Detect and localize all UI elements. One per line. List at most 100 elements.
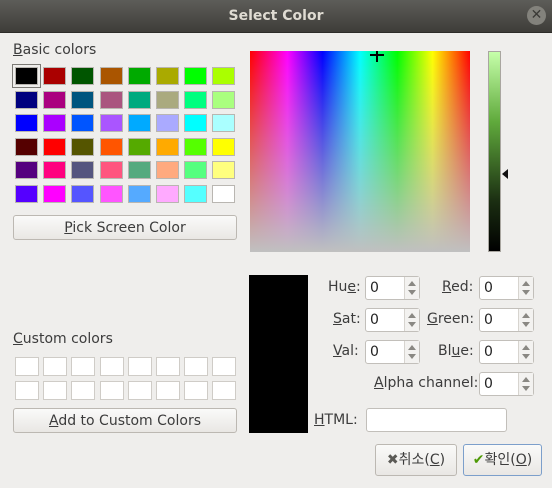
basic-color-swatch[interactable] — [127, 161, 151, 179]
custom-color-slot[interactable] — [156, 357, 180, 376]
basic-color-swatch[interactable] — [212, 184, 236, 203]
arrow-down-icon[interactable] — [522, 354, 530, 359]
basic-color-swatch[interactable] — [71, 67, 95, 85]
basic-color-swatch[interactable] — [156, 67, 179, 85]
custom-color-slot[interactable] — [99, 357, 124, 376]
arrow-up-icon[interactable] — [408, 345, 416, 350]
custom-color-slot[interactable] — [99, 381, 124, 400]
basic-color-swatch[interactable] — [127, 184, 151, 203]
arrow-down-icon[interactable] — [408, 354, 416, 359]
val-label: Val: — [333, 343, 359, 359]
basic-color-swatch[interactable] — [184, 90, 208, 109]
basic-color-swatch[interactable] — [212, 90, 236, 109]
hue-saturation-picker[interactable] — [250, 51, 470, 252]
custom-color-slot[interactable] — [127, 357, 152, 376]
custom-color-slot[interactable] — [71, 381, 96, 400]
blue-spinbox[interactable]: 0 — [479, 340, 534, 364]
title-bar: Select Color ✕ — [0, 0, 552, 33]
basic-color-swatch[interactable] — [71, 184, 95, 203]
arrow-up-icon[interactable] — [522, 313, 530, 318]
add-to-custom-colors-button[interactable]: Add to Custom Colors — [13, 408, 237, 433]
basic-color-swatch[interactable] — [15, 184, 38, 203]
arrow-up-icon[interactable] — [522, 281, 530, 286]
arrow-up-icon[interactable] — [522, 345, 530, 350]
pick-screen-color-button[interactable]: Pick Screen Color — [13, 215, 237, 240]
basic-color-swatch[interactable] — [184, 114, 208, 132]
checkmark-icon: ✔ — [472, 452, 485, 468]
basic-color-swatch[interactable] — [71, 90, 95, 109]
basic-color-swatch[interactable] — [43, 161, 67, 179]
hue-label: Hue: — [328, 279, 361, 295]
sat-label: Sat: — [333, 311, 361, 327]
custom-color-slot[interactable] — [71, 357, 96, 376]
basic-color-swatch[interactable] — [156, 184, 179, 203]
arrow-up-icon[interactable] — [408, 281, 416, 286]
custom-color-slot[interactable] — [212, 357, 237, 376]
basic-color-swatch[interactable] — [127, 137, 151, 156]
basic-color-swatch[interactable] — [212, 161, 236, 179]
basic-color-swatch[interactable] — [71, 137, 95, 156]
html-field[interactable] — [366, 408, 507, 432]
custom-color-slot[interactable] — [43, 381, 68, 400]
basic-color-swatch[interactable] — [43, 67, 67, 85]
alpha-channel-spinbox[interactable]: 0 — [479, 372, 534, 396]
basic-color-swatch[interactable] — [156, 114, 179, 132]
red-spinbox[interactable]: 0 — [479, 276, 534, 300]
basic-color-swatch[interactable] — [71, 114, 95, 132]
basic-color-swatch[interactable] — [71, 161, 95, 179]
sat-spinbox[interactable]: 0 — [365, 308, 420, 332]
basic-color-swatch[interactable] — [212, 137, 236, 156]
custom-color-slot[interactable] — [15, 381, 39, 400]
basic-color-swatch[interactable] — [43, 114, 67, 132]
arrow-down-icon[interactable] — [522, 322, 530, 327]
basic-color-swatch[interactable] — [99, 90, 123, 109]
arrow-up-icon[interactable] — [408, 313, 416, 318]
basic-color-swatch[interactable] — [43, 137, 67, 156]
basic-color-swatch[interactable] — [127, 114, 151, 132]
ok-button[interactable]: ✔확인(O) — [463, 444, 542, 476]
basic-color-swatch[interactable] — [99, 137, 123, 156]
green-spinbox[interactable]: 0 — [479, 308, 534, 332]
basic-color-swatch[interactable] — [99, 114, 123, 132]
val-spinbox[interactable]: 0 — [365, 340, 420, 364]
arrow-up-icon[interactable] — [522, 377, 530, 382]
custom-color-slot[interactable] — [43, 357, 68, 376]
basic-color-swatch[interactable] — [156, 137, 179, 156]
arrow-down-icon[interactable] — [408, 290, 416, 295]
arrow-down-icon[interactable] — [408, 322, 416, 327]
custom-color-slot[interactable] — [212, 381, 237, 400]
basic-color-swatch[interactable] — [43, 184, 67, 203]
basic-color-swatch[interactable] — [184, 137, 208, 156]
basic-color-swatch[interactable] — [212, 114, 236, 132]
basic-color-swatch[interactable] — [184, 67, 208, 85]
basic-color-swatch[interactable] — [156, 161, 179, 179]
basic-color-swatch[interactable] — [15, 161, 38, 179]
basic-color-swatch[interactable] — [156, 90, 179, 109]
close-button[interactable]: ✕ — [527, 6, 546, 25]
basic-color-swatch[interactable] — [15, 114, 38, 132]
custom-color-slot[interactable] — [127, 381, 152, 400]
arrow-down-icon[interactable] — [522, 386, 530, 391]
basic-color-swatch[interactable] — [15, 90, 38, 109]
custom-color-slot[interactable] — [156, 381, 180, 400]
hue-spinbox[interactable]: 0 — [365, 276, 420, 300]
custom-color-slot[interactable] — [15, 357, 39, 376]
basic-color-swatch[interactable] — [99, 184, 123, 203]
arrow-down-icon[interactable] — [522, 290, 530, 295]
basic-color-swatch[interactable] — [184, 161, 208, 179]
basic-color-swatch[interactable] — [184, 184, 208, 203]
luminance-slider[interactable] — [488, 51, 501, 252]
basic-color-swatch[interactable] — [43, 90, 67, 109]
basic-color-swatch[interactable] — [127, 67, 151, 85]
cancel-button[interactable]: ✖취소(C) — [375, 444, 457, 476]
basic-color-swatch[interactable] — [99, 161, 123, 179]
basic-color-swatch[interactable] — [99, 67, 123, 85]
basic-color-swatch[interactable] — [127, 90, 151, 109]
basic-color-swatch[interactable] — [15, 137, 38, 156]
custom-color-slot[interactable] — [184, 357, 209, 376]
luminance-slider-arrow[interactable] — [502, 169, 508, 179]
custom-color-slot[interactable] — [184, 381, 209, 400]
basic-color-swatch[interactable] — [212, 67, 236, 85]
cancel-icon: ✖ — [386, 452, 399, 468]
basic-color-swatch[interactable] — [12, 64, 41, 88]
